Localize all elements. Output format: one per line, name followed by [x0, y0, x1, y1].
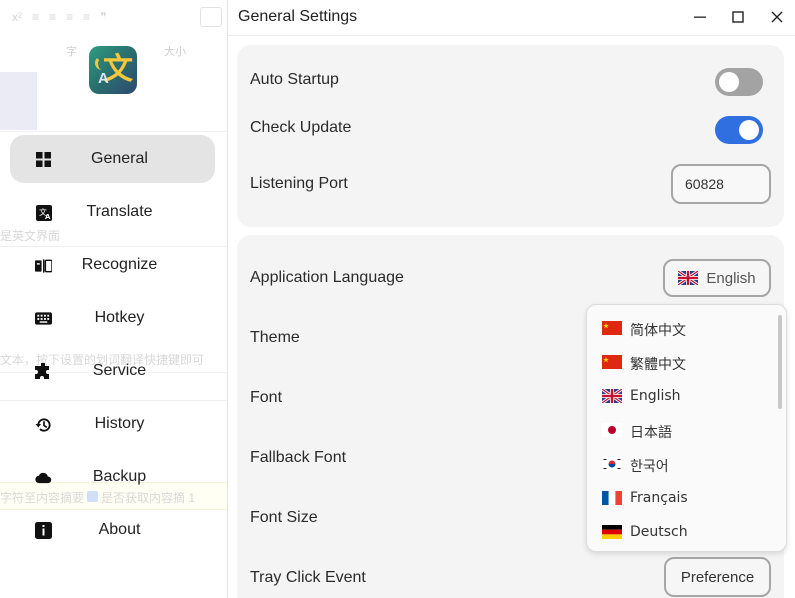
sidebar-item-recognize[interactable]: Recognize [10, 241, 215, 289]
app-logo: 文 A [89, 46, 137, 94]
fallback-font-label: Fallback Font [250, 449, 347, 466]
logo-letter: A [98, 70, 109, 87]
sidebar-item-label: Hotkey [94, 309, 145, 326]
keyboard-icon [35, 310, 52, 327]
sidebar-item-label: About [98, 521, 141, 538]
china-flag-icon [602, 355, 622, 369]
germany-flag-icon [602, 525, 622, 539]
settings-card-system: Auto Startup Check Update Listening Port [237, 45, 784, 227]
font-size-label: Font Size [250, 509, 318, 526]
sidebar: 文 A General 文A Translate Recognize Hotke… [0, 0, 228, 598]
listening-port-label: Listening Port [250, 175, 348, 192]
japan-flag-icon [602, 423, 622, 437]
title-bar: General Settings [228, 0, 795, 36]
sidebar-item-label: Backup [92, 468, 147, 485]
korea-flag-icon [602, 457, 622, 471]
translate-icon: 文A [35, 204, 52, 221]
language-option-zh-tw[interactable]: 繁體中文 [587, 345, 777, 379]
uk-flag-icon [678, 271, 699, 285]
language-option-label: 日本語 [630, 425, 672, 441]
language-dropdown: 简体中文 繁體中文 English 日本語 한국어 Français Deuts… [586, 304, 787, 552]
language-option-label: Deutsch [630, 524, 688, 540]
auto-startup-toggle[interactable] [715, 68, 763, 96]
maximize-icon [732, 11, 744, 23]
app-language-select[interactable]: English [663, 259, 771, 297]
puzzle-icon [35, 363, 52, 380]
grid-icon [35, 151, 52, 168]
sidebar-item-hotkey[interactable]: Hotkey [10, 294, 215, 342]
info-icon [35, 522, 52, 539]
tray-click-event-value: Preference [680, 568, 755, 586]
app-language-label: Application Language [250, 269, 404, 286]
language-option-label: 한국어 [630, 459, 669, 475]
language-option-fr[interactable]: Français [587, 481, 777, 515]
language-option-ja[interactable]: 日本語 [587, 413, 777, 447]
toggle-knob [739, 120, 759, 140]
language-option-zh-cn[interactable]: 简体中文 [587, 311, 777, 345]
theme-label: Theme [250, 329, 300, 346]
close-button[interactable] [766, 6, 788, 28]
sidebar-item-label: General [91, 150, 148, 167]
listening-port-input[interactable] [671, 164, 771, 204]
tray-click-event-label: Tray Click Event [250, 569, 366, 586]
sidebar-item-about[interactable]: About [10, 506, 215, 554]
window-title: General Settings [238, 8, 358, 25]
sidebar-item-label: Translate [86, 203, 153, 220]
history-icon [35, 416, 52, 433]
minimize-button[interactable] [689, 6, 711, 28]
sidebar-item-translate[interactable]: 文A Translate [10, 188, 215, 236]
uk-flag-icon [602, 389, 622, 403]
maximize-button[interactable] [727, 6, 749, 28]
china-flag-icon [602, 321, 622, 335]
language-option-label: 简体中文 [630, 323, 686, 339]
check-update-label: Check Update [250, 119, 352, 136]
sidebar-item-service[interactable]: Service [10, 347, 215, 395]
sidebar-item-history[interactable]: History [10, 400, 215, 448]
app-language-value: English [706, 269, 756, 287]
dropdown-scrollbar[interactable] [778, 315, 782, 409]
sidebar-item-label: Service [92, 362, 147, 379]
cloud-icon [35, 469, 52, 486]
language-option-ko[interactable]: 한국어 [587, 447, 777, 481]
sidebar-item-label: History [94, 415, 145, 432]
sidebar-item-backup[interactable]: Backup [10, 453, 215, 501]
language-option-de[interactable]: Deutsch [587, 515, 777, 549]
svg-text:A: A [45, 213, 51, 221]
language-option-label: Français [630, 490, 688, 506]
minimize-icon [694, 16, 706, 18]
sidebar-item-label: Recognize [81, 256, 158, 273]
toggle-knob [719, 72, 739, 92]
language-option-en[interactable]: English [587, 379, 777, 413]
font-label: Font [250, 389, 283, 406]
ocr-icon [35, 257, 52, 274]
france-flag-icon [602, 491, 622, 505]
language-option-label: 繁體中文 [630, 357, 686, 373]
sidebar-item-general[interactable]: General [10, 135, 215, 183]
auto-startup-label: Auto Startup [250, 71, 339, 88]
tray-click-event-select[interactable]: Preference [664, 557, 771, 597]
close-icon [771, 11, 783, 23]
language-option-label: English [630, 388, 681, 404]
check-update-toggle[interactable] [715, 116, 763, 144]
